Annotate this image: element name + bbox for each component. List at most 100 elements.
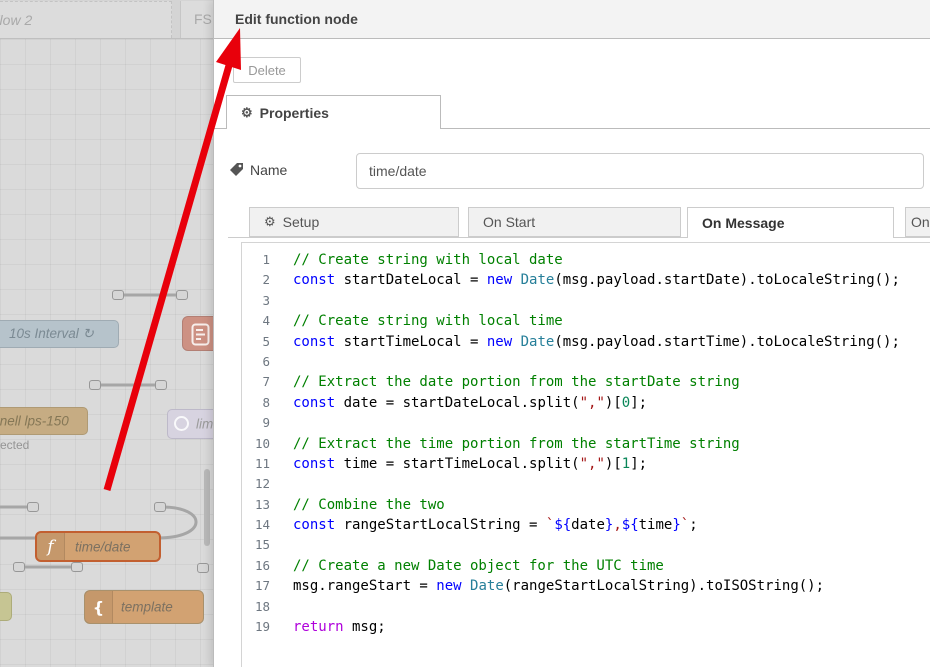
tab-on-start[interactable]: On Start	[468, 207, 681, 237]
name-label: Name	[230, 162, 287, 178]
code-editor[interactable]: 1 // Create string with local date 2 const …	[241, 242, 930, 667]
code-line[interactable]: 7 // Extract the date portion from the st…	[242, 372, 930, 392]
code-line[interactable]: 19 return msg;	[242, 617, 930, 637]
code-line[interactable]: 17 msg.rangeStart = new Date(rangeStartLo…	[242, 576, 930, 596]
function-icon: f	[37, 533, 65, 560]
screenshot-root: Flow 2 FS 10s Interval ↻	[0, 0, 930, 667]
port-inject-output[interactable]	[112, 290, 124, 300]
line-number: 12	[242, 474, 270, 494]
line-number: 3	[242, 291, 270, 311]
dialog-title: Edit function node	[235, 0, 358, 39]
code-line[interactable]: 16 // Create a new Date object for the UT…	[242, 556, 930, 576]
line-number: 14	[242, 515, 270, 535]
code-line[interactable]: 18	[242, 597, 930, 617]
code-text: // Combine the two	[293, 495, 445, 515]
code-text: const date = startDateLocal.split(",")[0…	[293, 393, 647, 413]
line-number: 9	[242, 413, 270, 433]
line-number: 16	[242, 556, 270, 576]
code-editor-lines: 1 // Create string with local date 2 const …	[242, 250, 930, 637]
code-line[interactable]: 4 // Create string with local time	[242, 311, 930, 331]
line-number: 2	[242, 270, 270, 290]
port-template-output[interactable]	[197, 563, 209, 573]
code-text: const startTimeLocal = new Date(msg.payl…	[293, 332, 900, 352]
code-text: const startDateLocal = new Date(msg.payl…	[293, 270, 900, 290]
tab-on-message[interactable]: On Message	[687, 207, 894, 238]
node-template[interactable]: { template	[84, 590, 204, 624]
code-text: const time = startTimeLocal.split(",")[1…	[293, 454, 647, 474]
code-text: // Extract the date portion from the sta…	[293, 372, 740, 392]
tab-on-message-label: On Message	[702, 215, 784, 231]
template-icon: {	[85, 591, 113, 623]
line-number: 15	[242, 535, 270, 555]
line-number: 17	[242, 576, 270, 596]
line-number: 6	[242, 352, 270, 372]
line-number: 5	[242, 332, 270, 352]
name-input[interactable]	[356, 153, 924, 189]
code-line[interactable]: 2 const startDateLocal = new Date(msg.pay…	[242, 270, 930, 290]
code-line[interactable]: 10 // Extract the time portion from the s…	[242, 434, 930, 454]
code-text: // Create a new Date object for the UTC …	[293, 556, 664, 576]
code-text: msg.rangeStart = new Date(rangeStartLoca…	[293, 576, 824, 596]
port-template-input[interactable]	[71, 562, 83, 572]
node-knell-label: knell lps-150	[0, 414, 69, 429]
node-function-time-date[interactable]: f time/date	[35, 531, 161, 562]
line-number: 10	[242, 434, 270, 454]
code-line[interactable]: 9	[242, 413, 930, 433]
line-number: 13	[242, 495, 270, 515]
node-status-text: ected	[0, 438, 29, 452]
port-widget-input[interactable]	[176, 290, 188, 300]
line-number: 19	[242, 617, 270, 637]
code-line[interactable]: 15	[242, 535, 930, 555]
port-knell-output[interactable]	[89, 380, 101, 390]
name-row: Name	[230, 152, 924, 190]
form-icon	[191, 323, 210, 346]
code-line[interactable]: 13 // Combine the two	[242, 495, 930, 515]
code-line[interactable]: 11 const time = startTimeLocal.split(",")…	[242, 454, 930, 474]
tab-setup[interactable]: ⚙ Setup	[249, 207, 459, 237]
node-inject-10s-interval[interactable]: 10s Interval ↻	[0, 320, 119, 348]
line-number: 4	[242, 311, 270, 331]
line-number: 11	[242, 454, 270, 474]
line-number: 8	[242, 393, 270, 413]
code-text: return msg;	[293, 617, 386, 637]
gear-icon: ⚙	[264, 214, 276, 230]
workspace-tab-fs-label: FS	[194, 11, 212, 27]
tag-icon	[230, 163, 244, 177]
node-function-label: time/date	[75, 539, 131, 554]
line-number: 7	[242, 372, 270, 392]
code-text: // Create string with local date	[293, 250, 563, 270]
delete-button[interactable]: Delete	[233, 57, 301, 83]
tab-on-stop[interactable]: On Stop	[905, 207, 930, 237]
node-inject-label: 10s Interval ↻	[9, 326, 94, 342]
line-number: 1	[242, 250, 270, 270]
port-yellow-output[interactable]	[13, 562, 25, 572]
code-text: const rangeStartLocalString = `${date},$…	[293, 515, 698, 535]
port-function-output[interactable]	[154, 502, 166, 512]
dialog-header: Edit function node	[214, 0, 930, 39]
workspace-tab-flow2-label: Flow 2	[0, 2, 32, 39]
code-line[interactable]: 6	[242, 352, 930, 372]
tab-properties[interactable]: ⚙ Properties	[226, 95, 441, 129]
code-line[interactable]: 1 // Create string with local date	[242, 250, 930, 270]
code-line[interactable]: 3	[242, 291, 930, 311]
node-knell-lps-150[interactable]: knell lps-150	[0, 407, 88, 435]
line-number: 18	[242, 597, 270, 617]
workspace-scrollbar[interactable]	[204, 469, 210, 546]
tab-on-stop-label: On Stop	[911, 214, 930, 230]
port-function-input[interactable]	[27, 502, 39, 512]
tab-on-start-label: On Start	[483, 214, 535, 230]
code-text: // Create string with local time	[293, 311, 563, 331]
tab-setup-label: Setup	[283, 214, 320, 230]
code-text: // Extract the time portion from the sta…	[293, 434, 740, 454]
tab-properties-label: Properties	[260, 105, 329, 121]
gear-icon: ⚙	[241, 105, 253, 121]
node-template-label: template	[121, 600, 173, 615]
code-line[interactable]: 12	[242, 474, 930, 494]
node-yellow-partial[interactable]	[0, 592, 12, 621]
code-line[interactable]: 8 const date = startDateLocal.split(",")[…	[242, 393, 930, 413]
workspace-tab-flow2[interactable]: Flow 2	[0, 1, 172, 38]
timer-icon	[174, 416, 189, 431]
code-line[interactable]: 5 const startTimeLocal = new Date(msg.pay…	[242, 332, 930, 352]
code-line[interactable]: 14 const rangeStartLocalString = `${date}…	[242, 515, 930, 535]
port-limit-input[interactable]	[155, 380, 167, 390]
